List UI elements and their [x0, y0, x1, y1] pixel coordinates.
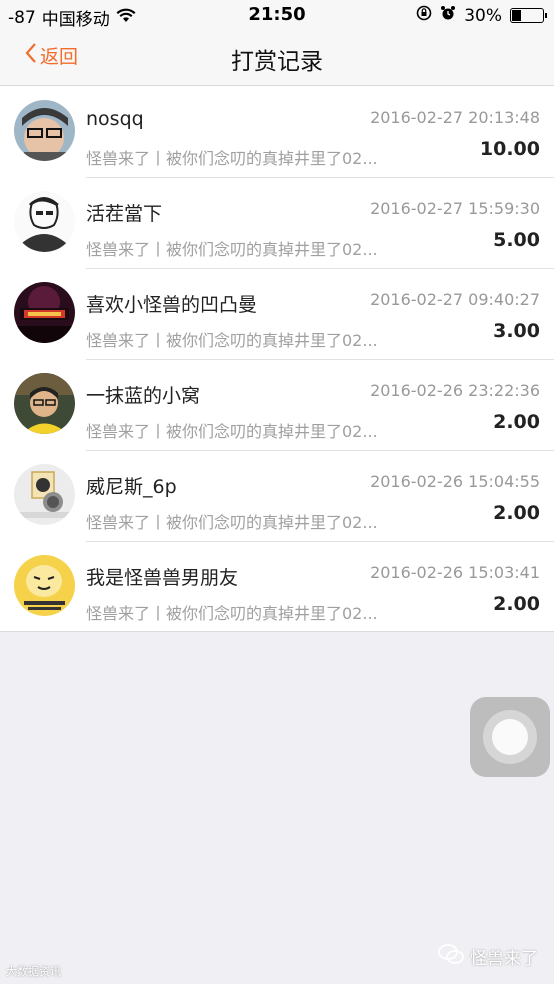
wechat-icon — [438, 944, 464, 969]
page-title: 打赏记录 — [231, 49, 323, 75]
reward-amount: 2.00 — [493, 593, 540, 615]
list-item[interactable]: 我是怪兽兽男朋友 2016-02-26 15:03:41 怪兽来了丨被你们念叨的… — [0, 541, 554, 632]
reward-amount: 3.00 — [493, 320, 540, 342]
reward-amount: 2.00 — [493, 502, 540, 524]
list-item[interactable]: 喜欢小怪兽的凹凸曼 2016-02-27 09:40:27 怪兽来了丨被你们念叨… — [0, 268, 554, 359]
list-item[interactable]: nosqq 2016-02-27 20:13:48 怪兽来了丨被你们念叨的真掉井… — [0, 86, 554, 177]
record-time: 2016-02-26 15:03:41 — [370, 563, 540, 582]
corner-watermark: 大数据资讯 — [6, 963, 61, 979]
article-title: 怪兽来了丨被你们念叨的真掉井里了02... — [86, 513, 378, 532]
sender-name: nosqq — [86, 108, 144, 130]
sender-name: 威尼斯_6p — [86, 476, 177, 498]
battery-icon — [510, 8, 547, 23]
article-title: 怪兽来了丨被你们念叨的真掉井里了02... — [86, 604, 378, 623]
avatar — [14, 464, 75, 525]
rotation-lock-icon — [416, 5, 432, 26]
record-time: 2016-02-27 20:13:48 — [370, 108, 540, 127]
avatar — [14, 191, 75, 252]
reward-amount: 10.00 — [479, 138, 540, 160]
alarm-icon — [440, 5, 456, 26]
sender-name: 我是怪兽兽男朋友 — [86, 567, 239, 589]
status-bar: -87 中国移动 21:50 30% — [0, 0, 554, 30]
assistive-core-icon — [492, 719, 528, 755]
record-time: 2016-02-27 09:40:27 — [370, 290, 540, 309]
list-item[interactable]: 威尼斯_6p 2016-02-26 15:04:55 怪兽来了丨被你们念叨的真掉… — [0, 450, 554, 541]
avatar — [14, 100, 75, 161]
assistive-touch-button[interactable] — [470, 697, 550, 777]
sender-name: 活茬當下 — [86, 203, 163, 225]
reward-record-list: nosqq 2016-02-27 20:13:48 怪兽来了丨被你们念叨的真掉井… — [0, 86, 554, 632]
record-time: 2016-02-26 15:04:55 — [370, 472, 540, 491]
list-item[interactable]: 活茬當下 2016-02-27 15:59:30 怪兽来了丨被你们念叨的真掉井里… — [0, 177, 554, 268]
avatar — [14, 373, 75, 434]
avatar — [14, 555, 75, 616]
record-time: 2016-02-26 23:22:36 — [370, 381, 540, 400]
watermark: 怪兽来了 — [438, 944, 538, 969]
list-item[interactable]: 一抹蓝的小窝 2016-02-26 23:22:36 怪兽来了丨被你们念叨的真掉… — [0, 359, 554, 450]
navigation-bar: 返回 打赏记录 — [0, 30, 554, 86]
article-title: 怪兽来了丨被你们念叨的真掉井里了02... — [86, 422, 378, 441]
article-title: 怪兽来了丨被你们念叨的真掉井里了02... — [86, 149, 378, 168]
avatar — [14, 282, 75, 343]
article-title: 怪兽来了丨被你们念叨的真掉井里了02... — [86, 331, 378, 350]
battery-percent: 30% — [464, 5, 502, 26]
reward-amount: 5.00 — [493, 229, 540, 251]
corner-watermark-text: 大数据资讯 — [6, 965, 61, 978]
reward-amount: 2.00 — [493, 411, 540, 433]
record-time: 2016-02-27 15:59:30 — [370, 199, 540, 218]
article-title: 怪兽来了丨被你们念叨的真掉井里了02... — [86, 240, 378, 259]
sender-name: 喜欢小怪兽的凹凸曼 — [86, 294, 258, 316]
watermark-text: 怪兽来了 — [470, 949, 538, 969]
sender-name: 一抹蓝的小窝 — [86, 385, 201, 407]
